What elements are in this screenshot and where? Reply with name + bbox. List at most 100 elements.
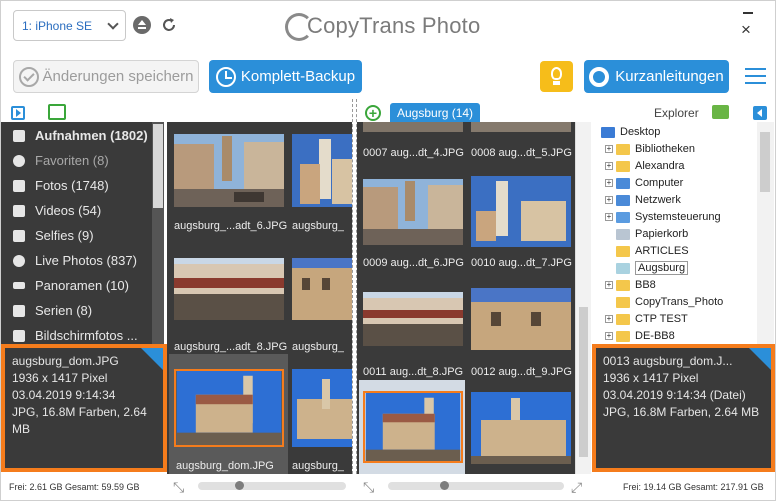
sidebar-item-label: Bildschirmfotos ... (35, 328, 138, 343)
photo-date: 03.04.2019 9:14:34 (12, 388, 116, 402)
photo-thumbnail[interactable] (174, 258, 284, 320)
photo-thumbnail[interactable] (174, 134, 284, 207)
tree-item-label: Alexandra (635, 160, 685, 172)
expand-icon[interactable]: ⤢ (571, 479, 582, 496)
tree-item-bb8[interactable]: + BB8 (605, 277, 656, 293)
tree-item-alexandra[interactable]: + Alexandra (605, 158, 685, 174)
photo-thumbnail[interactable] (471, 122, 571, 132)
expand-icon[interactable]: + (605, 179, 613, 187)
tree-item-label: CopyTrans_Photo (635, 296, 724, 308)
tree-item-de-bb8[interactable]: + DE-BB8 (605, 328, 675, 344)
sidebar-item-serien[interactable]: Serien (8) (1, 298, 151, 323)
tips-button[interactable] (540, 61, 573, 92)
sidebar-item-fotos[interactable]: Fotos (1748) (1, 173, 151, 198)
refresh-icon[interactable] (160, 16, 178, 34)
new-album-icon[interactable] (48, 104, 66, 120)
device-select[interactable]: 1: iPhone SE (13, 10, 126, 41)
app-logo: CopyTrans Photo (285, 10, 480, 42)
camera-icon (13, 179, 25, 192)
tree-item-desktop[interactable]: Desktop (601, 124, 660, 140)
photo-thumbnail[interactable] (292, 369, 352, 447)
tree-item-netzwerk[interactable]: + Netzwerk (605, 192, 681, 208)
photo-thumbnail-selected[interactable] (363, 391, 463, 463)
expand-icon[interactable]: + (605, 196, 613, 204)
selfie-icon (13, 229, 25, 242)
explorer-scrollbar[interactable] (757, 122, 774, 344)
photo-date: 03.04.2019 9:14:34 (Datei) (603, 388, 746, 402)
album-grid-scrollbar[interactable] (575, 122, 591, 474)
photo-filename: augsburg_dom.JPG (12, 354, 119, 368)
photo-thumbnail[interactable] (292, 134, 352, 207)
expand-icon[interactable]: + (605, 332, 613, 340)
quick-guides-label: Kurzanleitungen (615, 68, 724, 85)
pin-icon[interactable] (749, 348, 771, 370)
sidebar-item-favoriten[interactable]: Favoriten (8) (1, 148, 151, 173)
sidebar-item-aufnahmen[interactable]: Aufnahmen (1802) (1, 123, 151, 148)
shrink-icon[interactable]: ⤡ (363, 479, 374, 496)
photo-dimensions: 1936 x 1417 Pixel (603, 371, 699, 385)
sidebar-item-label: Fotos (1748) (35, 178, 109, 193)
photo-thumbnail[interactable] (471, 288, 571, 350)
folder-icon (616, 313, 630, 325)
quick-guides-button[interactable]: Kurzanleitungen (584, 60, 729, 93)
logo-text: CopyTrans Photo (307, 13, 481, 38)
tree-item-bibliotheken[interactable]: + Bibliotheken (605, 141, 695, 157)
photo-thumbnail[interactable] (471, 392, 571, 464)
photo-thumbnail[interactable] (471, 176, 571, 247)
live-photo-icon (13, 254, 25, 267)
thumbnail-size-slider-left[interactable] (198, 481, 346, 490)
collapse-right-icon[interactable] (753, 106, 767, 120)
eject-icon[interactable] (133, 16, 151, 34)
video-icon (13, 204, 25, 217)
desktop-icon (601, 126, 615, 138)
tree-item-augsburg[interactable]: Augsburg (605, 260, 689, 276)
scrollbar-thumb[interactable] (579, 307, 588, 457)
hamburger-menu-icon[interactable] (745, 68, 766, 84)
full-backup-button[interactable]: Komplett-Backup (209, 60, 362, 93)
slider-knob[interactable] (440, 481, 449, 490)
album-tab[interactable]: Augsburg (14) (390, 103, 481, 123)
photo-label: 0009 aug...dt_6.JPG (363, 257, 464, 269)
collapse-left-icon[interactable] (11, 106, 25, 120)
device-select-value: 1: iPhone SE (22, 19, 93, 33)
thumbnail-size-slider-right[interactable] (388, 481, 564, 490)
scrollbar-thumb[interactable] (153, 124, 163, 208)
tree-item-papierkorb[interactable]: Papierkorb (605, 226, 688, 242)
expand-icon[interactable]: + (605, 315, 613, 323)
chevron-down-icon (107, 18, 119, 30)
pin-icon[interactable] (141, 348, 163, 370)
sidebar-scrollbar[interactable] (152, 122, 164, 344)
minimize-icon[interactable] (743, 12, 753, 14)
heart-icon (13, 154, 25, 167)
photo-thumbnail[interactable] (363, 122, 463, 132)
tree-item-computer[interactable]: + Computer (605, 175, 683, 191)
photo-label: 0008 aug...dt_5.JPG (471, 147, 572, 159)
sidebar-item-panoramen[interactable]: Panoramen (10) (1, 273, 151, 298)
expand-icon[interactable]: + (605, 162, 613, 170)
tree-item-ctp-test[interactable]: + CTP TEST (605, 311, 688, 327)
expand-icon[interactable]: + (605, 145, 613, 153)
close-icon[interactable]: × (741, 21, 751, 38)
photo-thumbnail-selected[interactable] (174, 369, 284, 447)
tree-item-copytrans-photo[interactable]: CopyTrans_Photo (605, 294, 723, 310)
save-changes-button[interactable]: Änderungen speichern (13, 60, 199, 93)
sidebar-item-selfies[interactable]: Selfies (9) (1, 223, 151, 248)
photo-thumbnail[interactable] (292, 258, 352, 320)
panorama-icon (13, 282, 25, 289)
tree-item-systemsteuerung[interactable]: + Systemsteuerung (605, 209, 721, 225)
photo-thumbnail[interactable] (363, 179, 463, 245)
tree-item-articles[interactable]: ARTICLES (605, 243, 689, 259)
scrollbar-thumb[interactable] (760, 132, 770, 192)
expand-icon[interactable]: + (605, 213, 613, 221)
sidebar-item-videos[interactable]: Videos (54) (1, 198, 151, 223)
photo-label: 0011 aug...dt_8.JPG (363, 366, 464, 378)
slider-knob[interactable] (235, 481, 244, 490)
add-album-icon[interactable]: + (365, 105, 381, 121)
photo-thumbnail[interactable] (363, 292, 463, 346)
shrink-icon[interactable]: ⤡ (173, 479, 184, 496)
sidebar-item-live-photos[interactable]: Live Photos (837) (1, 248, 151, 273)
folder-icon[interactable] (712, 105, 729, 119)
expand-icon[interactable]: + (605, 281, 613, 289)
photo-meta: JPG, 16.8M Farben, 2.64 MB (12, 405, 147, 436)
